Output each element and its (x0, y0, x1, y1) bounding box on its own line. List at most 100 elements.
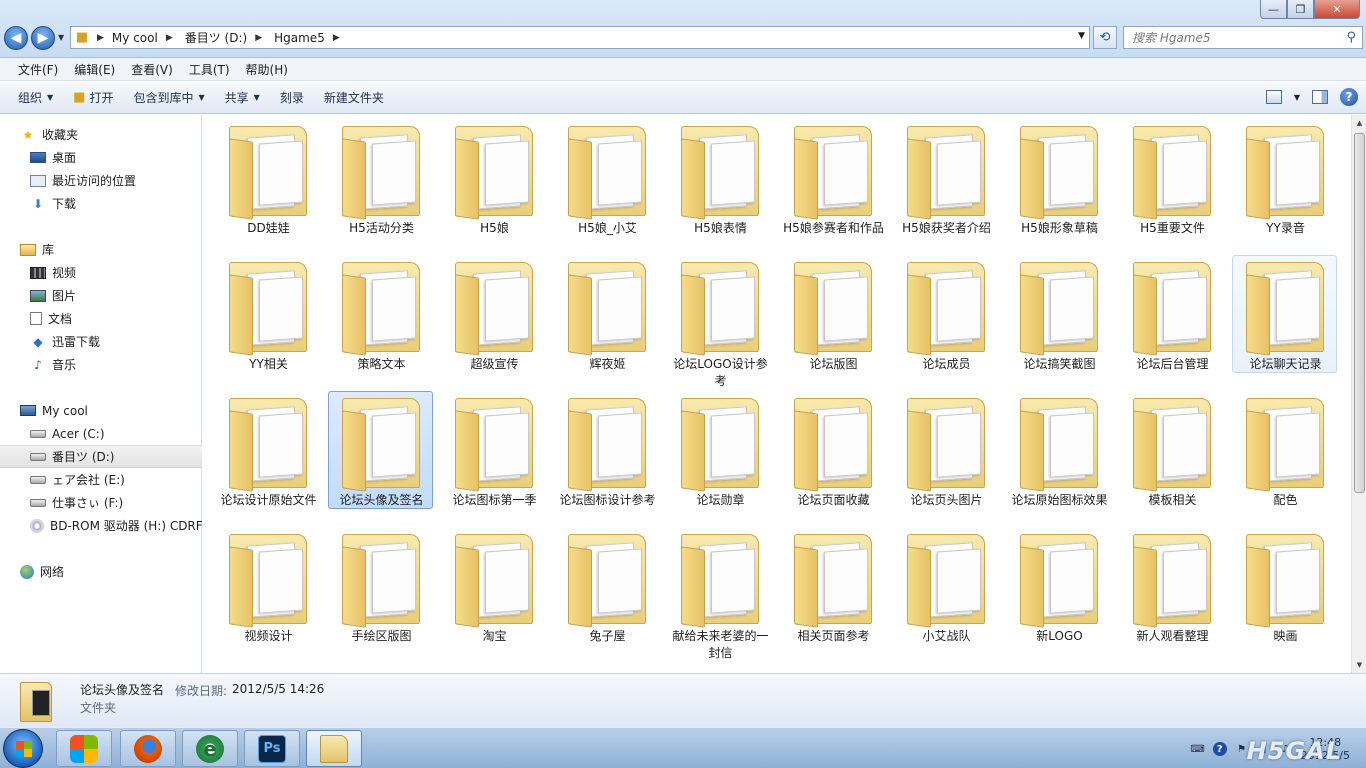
maximize-button[interactable]: ❐ (1287, 0, 1314, 19)
folder-item[interactable]: 论坛图标设计参考 (554, 391, 659, 509)
folder-item[interactable]: H5娘表情 (667, 119, 772, 237)
forward-button[interactable]: ▶ (31, 26, 55, 50)
folder-item[interactable]: 论坛聊天记录 (1232, 255, 1337, 373)
nav-item-drive-c[interactable]: Acer (C:) (0, 422, 202, 445)
folder-item[interactable]: 兔子屋 (554, 527, 659, 645)
folder-item[interactable]: 手绘区版图 (328, 527, 433, 645)
folder-item[interactable]: 小艾战队 (893, 527, 998, 645)
nav-item-desktop[interactable]: 桌面 (0, 146, 202, 169)
nav-item-drive-h[interactable]: BD-ROM 驱动器 (H:) CDRF (0, 514, 202, 537)
folder-item[interactable]: 论坛图标第一季 (441, 391, 546, 509)
folder-item[interactable]: 献给未来老婆的一封信 (667, 527, 772, 660)
folder-item[interactable]: H5娘获奖者介绍 (893, 119, 998, 237)
breadcrumb-label[interactable]: Hgame5 (270, 31, 329, 45)
folder-item[interactable]: 论坛设计原始文件 (215, 391, 320, 509)
folder-item[interactable]: H5娘形象草稿 (1006, 119, 1111, 237)
folder-item[interactable]: H5活动分类 (328, 119, 433, 237)
menu-file[interactable]: 文件(F) (10, 61, 66, 78)
folder-item[interactable]: H5重要文件 (1119, 119, 1224, 237)
folder-item[interactable]: 新人观看整理 (1119, 527, 1224, 645)
folder-item[interactable]: YY录音 (1232, 119, 1337, 237)
nav-libraries[interactable]: 库 (0, 238, 202, 261)
folder-item[interactable]: 论坛勋章 (667, 391, 772, 509)
view-options-dropdown-icon[interactable]: ▼ (1294, 93, 1300, 102)
change-view-icon[interactable] (1265, 90, 1282, 104)
refresh-button[interactable]: ⟲ (1093, 26, 1117, 49)
nav-item-pictures[interactable]: 图片 (0, 284, 202, 307)
taskbar-firefox-button[interactable] (120, 730, 176, 767)
vertical-scrollbar[interactable]: ▲ ▼ (1351, 115, 1366, 673)
taskbar-explorer-button[interactable] (306, 730, 362, 767)
folder-item[interactable]: 映画 (1232, 527, 1337, 645)
taskbar-ie-button[interactable]: e (182, 730, 238, 767)
breadcrumb-drive-d[interactable]: 番目ツ (D:) ▶ (177, 29, 266, 46)
folder-item[interactable]: YY相关 (215, 255, 320, 373)
organize-button[interactable]: 组织 ▼ (8, 89, 63, 106)
start-button[interactable] (3, 729, 43, 768)
folder-item[interactable]: H5娘参赛者和作品 (780, 119, 885, 237)
folder-item[interactable]: 辉夜姬 (554, 255, 659, 373)
chevron-right-icon[interactable]: ▶ (255, 33, 262, 43)
scroll-up-icon[interactable]: ▲ (1352, 115, 1366, 131)
folder-item[interactable]: 论坛成员 (893, 255, 998, 373)
folder-item[interactable]: 论坛LOGO设计参考 (667, 255, 772, 388)
menu-edit[interactable]: 编辑(E) (66, 61, 123, 78)
folder-item[interactable]: 论坛页面收藏 (780, 391, 885, 509)
folder-item[interactable]: 论坛页头图片 (893, 391, 998, 509)
breadcrumb-hgame5[interactable]: Hgame5 ▶ (266, 31, 344, 45)
folder-item[interactable]: 策略文本 (328, 255, 433, 373)
nav-network[interactable]: 网络 (0, 560, 202, 583)
search-input[interactable] (1132, 30, 1332, 45)
folder-item[interactable]: 新LOGO (1006, 527, 1111, 645)
keyboard-icon[interactable]: ⌨ (1190, 742, 1204, 756)
nav-item-drive-e[interactable]: ェア会社 (E:) (0, 468, 202, 491)
folder-item[interactable]: 配色 (1232, 391, 1337, 509)
burn-button[interactable]: 刻录 (270, 89, 314, 106)
nav-item-documents[interactable]: 文档 (0, 307, 202, 330)
nav-item-drive-d[interactable]: 番目ツ (D:) (0, 445, 202, 468)
nav-item-recent-places[interactable]: 最近访问的位置 (0, 169, 202, 192)
menu-help[interactable]: 帮助(H) (238, 61, 296, 78)
taskbar-photoshop-button[interactable]: Ps (244, 730, 300, 767)
help-icon[interactable]: ? (1212, 742, 1227, 756)
nav-item-xunlei-downloads[interactable]: ◆ 迅雷下载 (0, 330, 202, 353)
recent-pages-dropdown-icon[interactable]: ▼ (58, 33, 64, 42)
nav-item-downloads[interactable]: ⬇ 下载 (0, 192, 202, 215)
scroll-down-icon[interactable]: ▼ (1352, 657, 1366, 673)
back-button[interactable]: ◀ (4, 26, 28, 50)
nav-item-videos[interactable]: 视频 (0, 261, 202, 284)
folder-item[interactable]: 模板相关 (1119, 391, 1224, 509)
folder-item[interactable]: 超级宣传 (441, 255, 546, 373)
nav-favorites[interactable]: ★ 收藏夹 (0, 123, 202, 146)
folder-item[interactable]: H5娘 (441, 119, 546, 237)
address-bar[interactable]: ■ ▶ My cool ▶ 番目ツ (D:) ▶ Hgame5 ▶ ▼ (70, 26, 1090, 49)
folder-item[interactable]: 相关页面参考 (780, 527, 885, 645)
search-icon[interactable]: ⚲ (1346, 30, 1356, 45)
menu-view[interactable]: 查看(V) (123, 61, 181, 78)
minimize-button[interactable]: — (1260, 0, 1287, 19)
folder-item[interactable]: 论坛后台管理 (1119, 255, 1224, 373)
breadcrumb-label[interactable]: 番目ツ (D:) (181, 29, 251, 46)
close-button[interactable]: ✕ (1314, 0, 1360, 19)
share-button[interactable]: 共享 ▼ (215, 89, 270, 106)
folder-item[interactable]: 论坛头像及签名 (328, 391, 433, 509)
folder-item[interactable]: H5娘_小艾 (554, 119, 659, 237)
scrollbar-thumb[interactable] (1354, 133, 1365, 493)
nav-item-music[interactable]: ♪ 音乐 (0, 353, 202, 376)
folder-item[interactable]: 视频设计 (215, 527, 320, 645)
folder-item[interactable]: 论坛原始图标效果 (1006, 391, 1111, 509)
search-box[interactable]: ⚲ (1123, 26, 1363, 49)
folder-item[interactable]: 淘宝 (441, 527, 546, 645)
menu-tools[interactable]: 工具(T) (181, 61, 238, 78)
breadcrumb-my-cool[interactable]: My cool ▶ (104, 31, 177, 45)
chevron-right-icon[interactable]: ▶ (333, 33, 340, 43)
include-in-library-button[interactable]: 包含到库中 ▼ (123, 89, 214, 106)
chevron-right-icon[interactable]: ▶ (166, 33, 173, 43)
address-history-dropdown-icon[interactable]: ▼ (1078, 31, 1085, 41)
folder-item[interactable]: DD娃娃 (215, 119, 320, 237)
taskbar-apps-button[interactable] (56, 730, 112, 767)
breadcrumb-label[interactable]: My cool (108, 31, 162, 45)
nav-computer[interactable]: My cool (0, 399, 202, 422)
new-folder-button[interactable]: 新建文件夹 (314, 89, 394, 106)
preview-pane-icon[interactable] (1312, 90, 1328, 104)
